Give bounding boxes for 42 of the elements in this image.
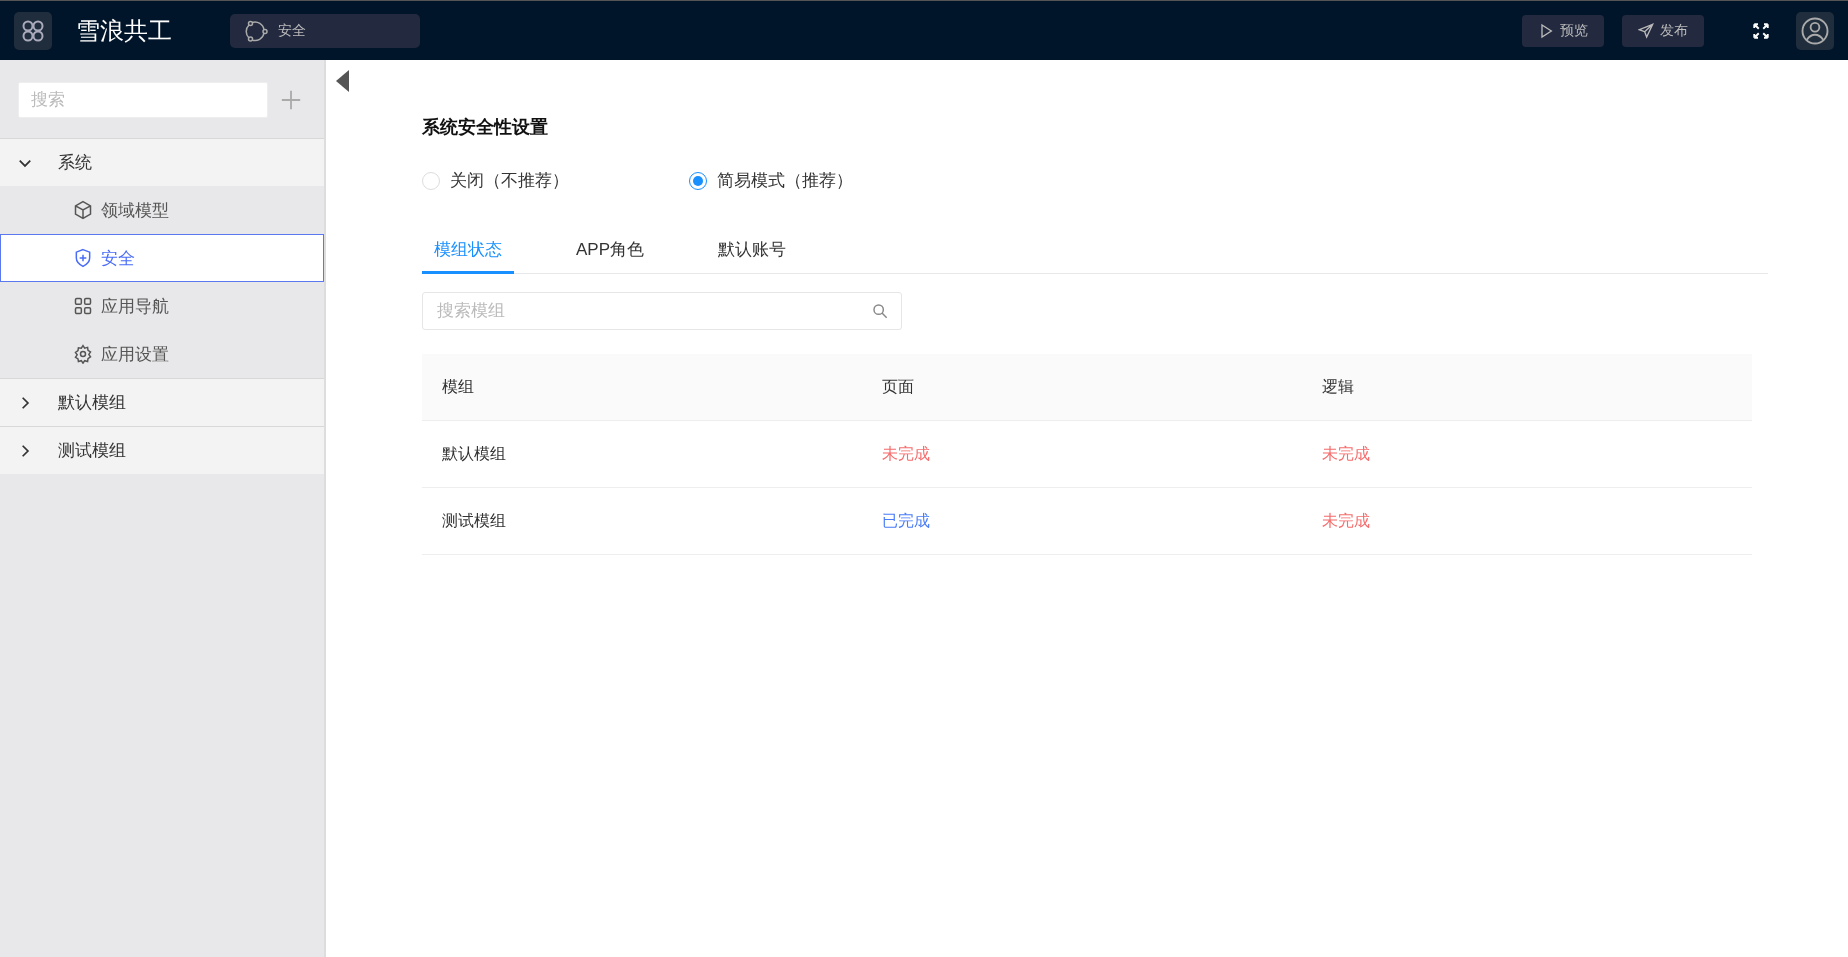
paper-plane-icon [1638,22,1654,39]
status-text: 未完成 [881,443,931,464]
publish-button[interactable]: 发布 [1622,14,1704,47]
tree-item[interactable]: 应用导航 [0,282,324,330]
search-field[interactable]: 搜索 [18,82,268,118]
app-logo-icon [14,11,52,50]
collapse-icon[interactable] [336,70,350,92]
tree-item[interactable]: 默认模组 [0,378,324,426]
status-text: 未完成 [1321,443,1371,464]
radio-option[interactable]: 简易模式（推荐） [689,169,853,192]
status-text: 已完成 [881,510,931,531]
section-title: 系统安全性设置 [422,116,549,139]
grid-icon [73,296,93,316]
tree-item[interactable]: 应用设置 [0,330,324,378]
shield-plus-icon [73,248,93,268]
tab[interactable]: 默认账号 [706,238,799,274]
tree-label: 测试模组 [58,440,126,462]
search-icon [872,303,888,319]
tree-item[interactable]: 测试模组 [0,426,324,474]
tree-item[interactable]: 安全 [0,234,324,282]
cube-icon [73,200,93,220]
radio-option[interactable]: 关闭（不推荐） [422,169,569,192]
column-header: 模组 [441,376,475,397]
tree-label: 系统 [58,152,92,174]
column-header: 页面 [881,376,915,397]
nodes-icon [244,18,268,43]
app-name: 雪浪共工 [76,15,172,46]
table-cell-text: 默认模组 [441,443,507,464]
fullscreen-icon[interactable] [1752,21,1770,40]
tab[interactable]: APP角色 [564,238,657,274]
table-cell-text: 测试模组 [441,510,507,531]
tree-label: 默认模组 [58,392,126,414]
breadcrumb[interactable]: 安全 [230,13,420,48]
status-text: 未完成 [1321,510,1371,531]
search-field[interactable]: 搜索模组 [422,292,902,330]
settings-icon [73,344,93,364]
play-icon [1538,22,1554,39]
tree-item[interactable]: 系统 [0,138,324,186]
user-avatar[interactable] [1796,11,1834,50]
tree-item[interactable]: 领域模型 [0,186,324,234]
column-header: 逻辑 [1321,376,1355,397]
preview-button[interactable]: 预览 [1522,14,1604,47]
